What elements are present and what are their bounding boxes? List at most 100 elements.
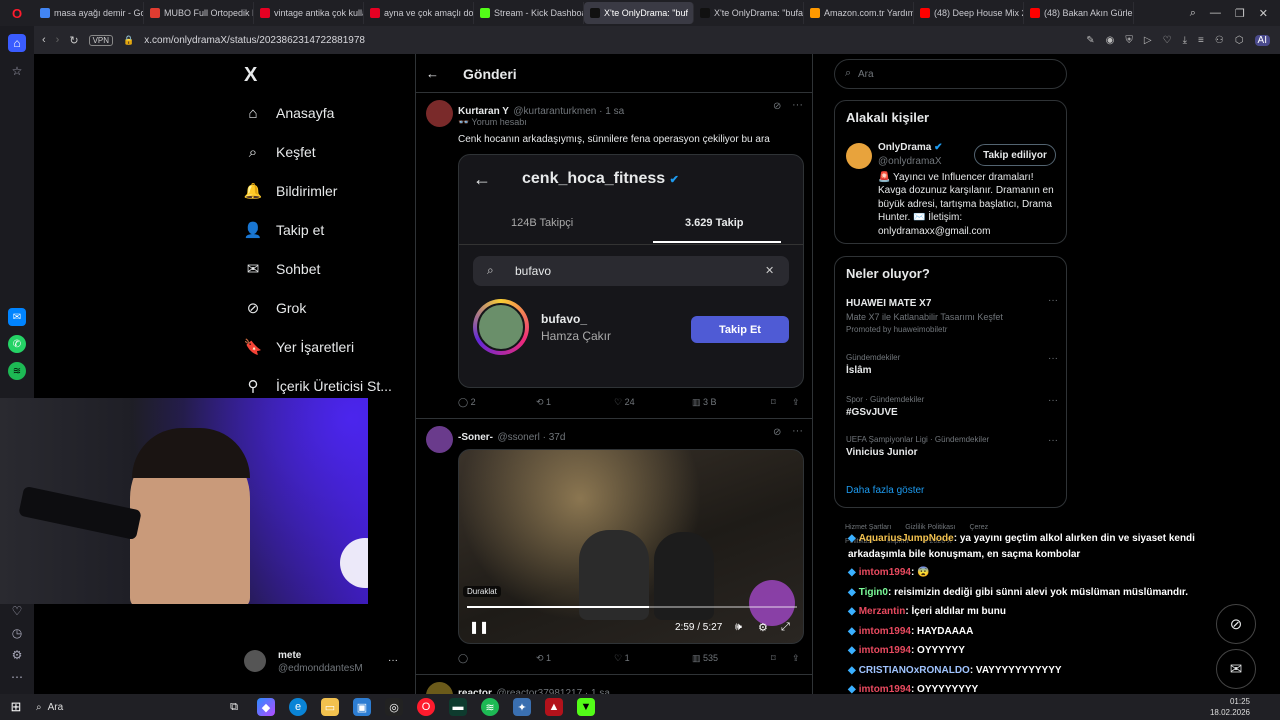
chat-username[interactable]: Tigin0 [859, 587, 888, 598]
opera-icon[interactable]: O [417, 698, 435, 716]
nav-item[interactable]: ✉ Sohbet [244, 260, 321, 278]
vpn-badge[interactable]: VPN [88, 34, 114, 46]
nav-item[interactable]: 🔔 Bildirimler [244, 182, 338, 200]
taskbar-search[interactable]: ⌕ Ara [32, 696, 218, 718]
more-icon[interactable]: ⋯ [8, 668, 26, 686]
trend-more-icon[interactable]: ··· [1048, 395, 1058, 406]
nav-item[interactable]: ⌂ Anasayfa [244, 104, 334, 122]
bookmark-icon[interactable]: ⌑ [771, 653, 776, 664]
history-icon[interactable]: ◷ [8, 624, 26, 642]
share-icon[interactable]: ⇪ [792, 397, 800, 408]
messenger-icon[interactable]: ✉ [8, 308, 26, 326]
spotify-icon[interactable]: ≋ [481, 698, 499, 716]
share-icon[interactable]: ⇪ [792, 653, 800, 664]
trend-item[interactable]: Spor · Gündemdekiler #GSvJUVE ··· [846, 395, 1058, 418]
avatar[interactable] [846, 143, 872, 169]
whatsapp-icon[interactable]: ✆ [8, 335, 26, 353]
avatar[interactable] [244, 650, 266, 672]
play-icon[interactable]: ▷ [1144, 35, 1152, 46]
nav-item[interactable]: ⚲ İçerik Üreticisi St... [244, 377, 392, 395]
like-button[interactable]: ♡ 1 [614, 653, 630, 664]
tweet-more-icon[interactable]: ··· [792, 99, 803, 111]
chat-username[interactable]: imtom1994 [859, 626, 911, 637]
chat-username[interactable]: imtom1994 [859, 645, 911, 656]
bookmark-icon[interactable]: ⌑ [771, 397, 776, 408]
trend-item[interactable]: Gündemdekiler İslâm ··· [846, 353, 1058, 376]
minimize-icon[interactable]: — [1210, 7, 1221, 20]
task-view-icon[interactable]: ⧉ [225, 698, 243, 716]
footer-link[interactable]: Hizmet Şartları [845, 524, 891, 531]
menu-icon[interactable]: ≡ [1198, 35, 1204, 46]
spotify-icon[interactable]: ≋ [8, 362, 26, 380]
profile-icon[interactable]: ⚇ [1215, 35, 1224, 46]
trend-more-icon[interactable]: ··· [1048, 435, 1058, 446]
views-button[interactable]: ▥ 3 B [692, 397, 717, 408]
browser-tab[interactable]: vintage antika çok kullan [254, 2, 364, 24]
download-icon[interactable]: ⤓ [1183, 35, 1187, 46]
account-more-icon[interactable]: ··· [388, 655, 398, 666]
settings-icon[interactable]: ⚙ [8, 646, 26, 664]
tweet-handle[interactable]: @ssonerl · 37d [497, 432, 565, 443]
forward-icon[interactable]: › [56, 34, 60, 46]
file-explorer-icon[interactable]: ▭ [321, 698, 339, 716]
clock-date[interactable]: 18.02.2026 [1210, 707, 1250, 718]
kick-icon[interactable]: ▼ [577, 698, 595, 716]
tweet-author[interactable]: Kurtaran Y [458, 106, 509, 117]
x-logo[interactable]: X [244, 64, 257, 87]
ai-button[interactable]: AI [1254, 34, 1270, 46]
footer-link[interactable]: Gizlilik Politikası [905, 524, 955, 531]
chat-username[interactable]: imtom1994 [859, 567, 911, 578]
grok-icon[interactable]: ⊘ [773, 101, 781, 112]
nav-item[interactable]: 👤 Takip et [244, 221, 325, 239]
tweet-author[interactable]: -Soner- [458, 432, 493, 443]
related-handle[interactable]: @onlydramaX [878, 156, 942, 167]
tweet-image[interactable]: ← cenk_hoca_fitness ✔ 124B Takipçi 3.629… [458, 154, 804, 388]
settings-icon[interactable]: ⚙ [758, 621, 768, 634]
store-icon[interactable]: ▣ [353, 698, 371, 716]
nav-item[interactable]: ⌕ Keşfet [244, 143, 316, 161]
video-player[interactable]: Duraklat ❚❚ 2:59 / 5:27 🕪 ⚙ ⤢ [458, 449, 804, 644]
nav-item[interactable]: ⊘ Grok [244, 299, 307, 317]
maximize-icon[interactable]: ❐ [1235, 7, 1245, 20]
chat-username[interactable]: AquariusJumpNode [859, 533, 954, 544]
avatar[interactable] [426, 426, 453, 453]
clock-time[interactable]: 01:25 [1210, 696, 1250, 707]
opera-logo[interactable]: O [0, 6, 34, 21]
browser-tab[interactable]: masa ayağı demir - Goo [34, 2, 144, 24]
search-input[interactable]: Ara [858, 69, 874, 80]
home-icon[interactable]: ⌂ [8, 34, 26, 52]
browser-tab[interactable]: ayna ve çok amaçlı dolap [364, 2, 474, 24]
shield-icon[interactable]: ⛨ [1125, 35, 1133, 46]
app-icon[interactable]: ▲ [545, 698, 563, 716]
star-icon[interactable]: ☆ [8, 62, 26, 80]
camera-icon[interactable]: ◉ [1106, 35, 1115, 46]
grok-icon[interactable]: ⊘ [773, 427, 781, 438]
browser-tab[interactable]: MUBO Full Ortopedik Ba [144, 2, 254, 24]
edge-icon[interactable]: e [289, 698, 307, 716]
browser-tab[interactable]: X'te OnlyDrama: "buf [584, 2, 694, 24]
browser-tab[interactable]: Amazon.com.tr Yardım: [804, 2, 914, 24]
browser-tab[interactable]: Stream - Kick Dashboard [474, 2, 584, 24]
browser-tab[interactable]: (48) Bakan Akın Gürlek, Y [1024, 2, 1134, 24]
chat-username[interactable]: Merzantin [859, 606, 906, 617]
reply-button[interactable]: ◯ 2 [458, 397, 476, 408]
reply-button[interactable]: ◯ [458, 653, 468, 664]
close-window-icon[interactable]: ✕ [1259, 7, 1268, 20]
search-tabs-icon[interactable]: ⌕ [1190, 7, 1196, 20]
pause-icon[interactable]: ❚❚ [469, 620, 489, 634]
chat-username[interactable]: CRISTIANOxRONALDO [859, 665, 970, 676]
trend-item[interactable]: UEFA Şampiyonlar Ligi · Gündemdekiler Vin… [846, 435, 1058, 458]
repost-button[interactable]: ⟲ 1 [536, 397, 551, 408]
search-box[interactable]: ⌕ Ara [834, 59, 1067, 89]
heart-icon[interactable]: ♡ [1163, 35, 1172, 46]
show-more-link[interactable]: Daha fazla göster [846, 485, 924, 496]
nav-item[interactable]: 🔖 Yer İşaretleri [244, 338, 354, 356]
trend-item[interactable]: HUAWEI MATE X7 Mate X7 ile Katlanabilir T… [846, 295, 1058, 334]
tweet-more-icon[interactable]: ··· [792, 425, 803, 437]
like-button[interactable]: ♡ 24 [614, 397, 635, 408]
volume-icon[interactable]: 🕪 [735, 621, 742, 634]
app-icon[interactable]: ◎ [385, 698, 403, 716]
fullscreen-icon[interactable]: ⤢ [781, 621, 790, 634]
copilot-icon[interactable]: ◆ [257, 698, 275, 716]
following-button[interactable]: Takip ediliyor [974, 144, 1056, 166]
